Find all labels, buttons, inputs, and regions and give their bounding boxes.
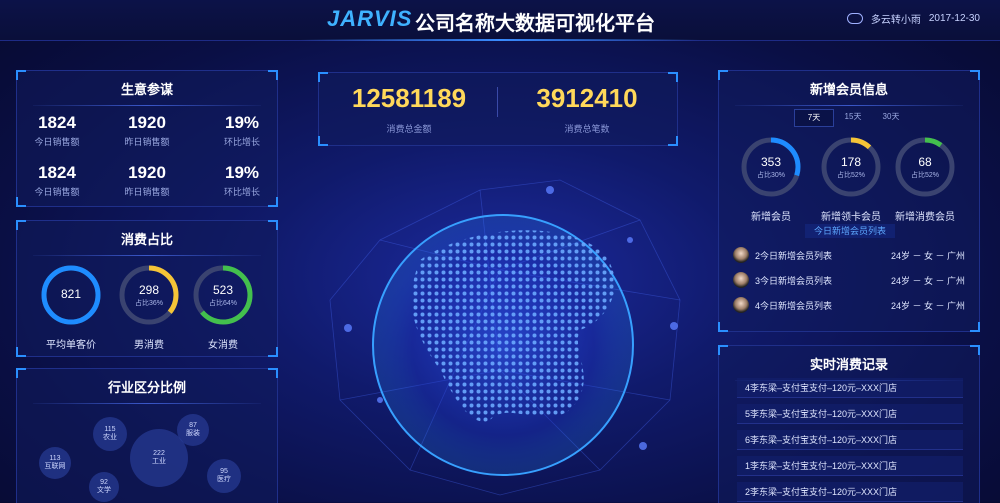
weather-info: 多云转小雨 2017-12-30: [846, 11, 980, 26]
tab-30-days[interactable]: 30天: [872, 109, 910, 125]
record-row: 5李东梁–支付宝支付–120元–XXX门店: [737, 404, 963, 424]
member-list-title: 今日新增会员列表: [805, 224, 895, 238]
ring-male: 298 占比36% 男消费: [115, 263, 183, 351]
business-title: 生意参谋: [120, 82, 173, 97]
kpi-divider: [497, 87, 498, 117]
consumption-title: 消费占比: [120, 232, 173, 247]
tab-7-days[interactable]: 7天: [794, 109, 834, 127]
stat-yesterday-sales: 1920 昨日销售额: [124, 163, 170, 197]
ring-consume-members: 68 占比52% 新增消费会员: [891, 135, 959, 223]
members-tabs: 7天 15天 30天: [794, 109, 910, 127]
stat-today-sales: 1824 今日销售额: [34, 163, 80, 197]
members-title: 新增会员信息: [809, 82, 888, 97]
page-title: 公司名称大数据可视化平台: [415, 13, 655, 35]
records-panel: 实时消费记录 4李东梁–支付宝支付–120元–XXX门店 5李东梁–支付宝支付–…: [718, 345, 980, 503]
ring-new-members: 353 占比30% 新增会员: [739, 135, 803, 223]
stat-growth: 19% 环比增长: [223, 113, 260, 147]
kpi-total-count: 3912410 消费总笔数: [536, 83, 638, 134]
avatar: [733, 297, 749, 313]
record-row: 6李东梁–支付宝支付–120元–XXX门店: [737, 430, 963, 450]
stat-today-sales: 1824 今日销售额: [34, 113, 80, 147]
ring-female: 523 占比64% 女消费: [189, 263, 257, 351]
bubble-industry: 222 工业: [130, 429, 188, 487]
bubble-literature: 92 文学: [89, 472, 119, 502]
members-panel: 新增会员信息 7天 15天 30天 353 占比30% 新增会员 178 占比5…: [718, 70, 980, 332]
avatar: [733, 247, 749, 263]
ring-avg-price: 821 平均单客价: [37, 263, 105, 351]
bubble-medical: 95 医疗: [207, 459, 241, 493]
kpi-total-amount: 12581189 消费总金额: [351, 83, 467, 134]
member-list-item[interactable]: 4今日新增会员列表 24岁 － 女 － 广州: [733, 295, 965, 315]
ring-card-members: 178 占比52% 新增领卡会员: [814, 135, 888, 223]
member-list-item[interactable]: 2今日新增会员列表 24岁 － 女 － 广州: [733, 245, 965, 265]
jarvis-logo: JARVIS: [327, 6, 413, 31]
business-panel: 生意参谋 1824 今日销售额 1920 昨日销售额 19% 环比增长 1824 今日销…: [16, 70, 278, 207]
stat-growth: 19% 环比增长: [223, 163, 260, 197]
bubble-internet: 113 互联网: [39, 447, 71, 479]
stat-yesterday-sales: 1920 昨日销售额: [124, 113, 170, 147]
industry-title: 行业区分比例: [107, 380, 186, 395]
kpi-panel: 12581189 消费总金额 3912410 消费总笔数: [318, 72, 678, 146]
cloud-rain-icon: [846, 13, 863, 24]
date-text: 2017-12-30: [928, 13, 980, 24]
record-row: 1李东梁–支付宝支付–120元–XXX门店: [737, 456, 963, 476]
record-row: 4李东梁–支付宝支付–120元–XXX门店: [737, 378, 963, 398]
consumption-panel: 消费占比 821 平均单客价 298 占比36% 男消费 523 占比64% 女…: [16, 220, 278, 357]
record-row: 2李东梁–支付宝支付–120元–XXX门店: [737, 482, 963, 502]
avatar: [733, 272, 749, 288]
industry-panel: 行业区分比例 115 农业 87 服装 222 工业 113 互联网 95 医疗 92 文学: [16, 368, 278, 503]
globe-graphic: [329, 179, 681, 496]
records-title: 实时消费记录: [809, 357, 888, 372]
top-header: JARVIS 公司名称大数据可视化平台 多云转小雨 2017-12-30: [0, 0, 1000, 41]
member-list-item[interactable]: 3今日新增会员列表 24岁 － 女 － 广州: [733, 270, 965, 290]
tab-15-days[interactable]: 15天: [834, 109, 872, 125]
weather-text: 多云转小雨: [870, 15, 921, 26]
bubble-agriculture: 115 农业: [93, 417, 127, 451]
